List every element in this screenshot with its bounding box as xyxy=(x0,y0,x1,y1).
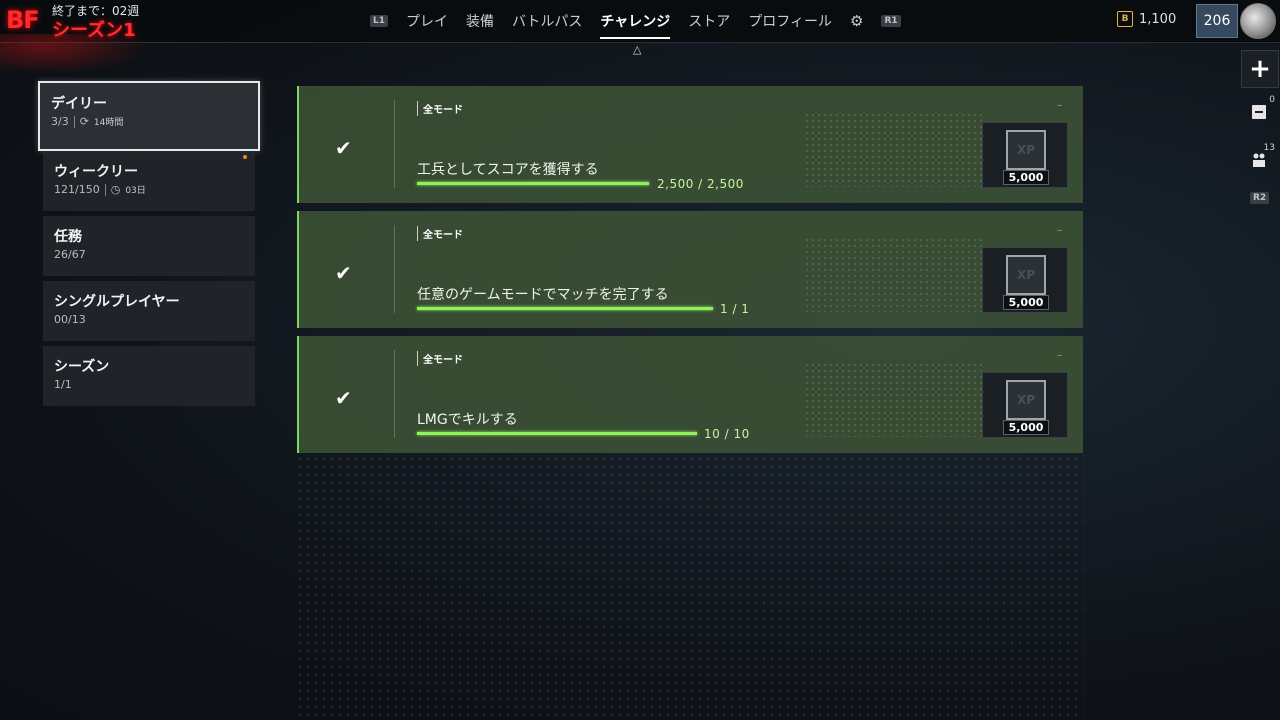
main-nav: L1 プレイ 装備 バトルパス チャレンジ ストア プロフィール ⚙ R1 xyxy=(370,0,901,42)
minus-card-icon xyxy=(1252,105,1266,119)
divider xyxy=(394,225,395,313)
challenge-title: LMGでキルする xyxy=(417,412,518,428)
tab-store[interactable]: ストア xyxy=(688,3,730,39)
category-progress: 3/3 xyxy=(51,115,69,128)
challenge-mode: 全モード xyxy=(417,101,463,116)
category-progress: 1/1 xyxy=(54,378,72,391)
divider xyxy=(73,115,75,128)
category-progress: 00/13 xyxy=(54,313,86,326)
dash-marker: – xyxy=(1057,350,1062,361)
xp-chip-icon: XP xyxy=(1006,255,1046,295)
tab-loadout[interactable]: 装備 xyxy=(466,3,494,39)
refresh-icon: ⟳ xyxy=(79,115,89,128)
r2-button[interactable]: R2 xyxy=(1250,192,1270,204)
game-logo: BF xyxy=(6,6,40,34)
divider xyxy=(394,350,395,438)
divider xyxy=(104,183,106,196)
category-title: 任務 xyxy=(54,229,82,245)
xp-reward: XP 5,000 xyxy=(982,372,1068,438)
party-count: 13 xyxy=(1263,143,1275,153)
reward-amount: 5,000 xyxy=(1003,420,1049,435)
challenge-title: 工兵としてスコアを獲得する xyxy=(417,162,599,178)
currency-display[interactable]: B 1,100 xyxy=(1117,11,1176,27)
checkmark-icon: ✔ xyxy=(335,261,352,285)
background-dot-grid xyxy=(296,455,1084,720)
category-progress-row: 26/67 xyxy=(54,248,86,261)
category-progress-row: 3/3 ⟳ 14時間 xyxy=(51,115,123,128)
category-title: シーズン xyxy=(54,359,110,375)
challenge-progress-bar xyxy=(417,432,697,435)
xp-reward: XP 5,000 xyxy=(982,247,1068,313)
r1-button[interactable]: R1 xyxy=(881,15,901,27)
category-timer: 14時間 xyxy=(93,118,124,128)
category-singleplayer[interactable]: シングルプレイヤー 00/13 xyxy=(43,281,255,341)
category-title: ウィークリー xyxy=(54,164,138,180)
dot-pattern xyxy=(804,237,984,312)
l1-button[interactable]: L1 xyxy=(370,15,388,27)
category-title: デイリー xyxy=(51,96,107,112)
category-missions[interactable]: 任務 26/67 xyxy=(43,216,255,276)
category-progress-row: 1/1 xyxy=(54,378,72,391)
category-season[interactable]: シーズン 1/1 xyxy=(43,346,255,406)
add-friend-button[interactable]: + xyxy=(1241,50,1279,88)
party-button[interactable]: 13 xyxy=(1241,142,1277,178)
currency-value: 1,100 xyxy=(1139,11,1177,27)
xp-chip-icon: XP xyxy=(1006,130,1046,170)
challenge-progress-bar xyxy=(417,307,713,310)
divider xyxy=(394,100,395,188)
party-icon xyxy=(1253,153,1265,167)
challenge-title: 任意のゲームモードでマッチを完了する xyxy=(417,287,669,303)
currency-icon: B xyxy=(1117,11,1133,27)
category-weekly[interactable]: ウィークリー 121/150 ◷ 03日 xyxy=(43,151,255,211)
category-progress-row: 121/150 ◷ 03日 xyxy=(54,183,146,196)
category-timer: 03日 xyxy=(125,186,146,196)
challenge-card[interactable]: ✔ 全モード – 工兵としてスコアを獲得する 2,500 / 2,500 XP … xyxy=(297,86,1083,203)
checkmark-icon: ✔ xyxy=(335,136,352,160)
friends-count: 0 xyxy=(1269,95,1275,105)
gear-icon[interactable]: ⚙ xyxy=(850,12,863,30)
category-progress: 26/67 xyxy=(54,248,86,261)
caret-up-icon: △ xyxy=(633,43,642,56)
friends-button[interactable]: 0 xyxy=(1241,94,1277,130)
dot-pattern xyxy=(804,112,984,187)
category-title: シングルプレイヤー xyxy=(54,294,180,310)
challenge-card[interactable]: ✔ 全モード – 任意のゲームモードでマッチを完了する 1 / 1 XP 5,0… xyxy=(297,211,1083,328)
category-daily[interactable]: デイリー 3/3 ⟳ 14時間 xyxy=(38,81,260,151)
tab-play[interactable]: プレイ xyxy=(406,3,448,39)
challenge-mode: 全モード xyxy=(417,226,463,241)
challenge-card[interactable]: ✔ 全モード – LMGでキルする 10 / 10 XP 5,000 xyxy=(297,336,1083,453)
clock-icon: ◷ xyxy=(110,183,121,196)
reward-amount: 5,000 xyxy=(1003,295,1049,310)
player-avatar[interactable] xyxy=(1240,3,1276,39)
dash-marker: – xyxy=(1057,225,1062,236)
tab-challenges[interactable]: チャレンジ xyxy=(600,3,670,39)
dash-marker: – xyxy=(1057,100,1062,111)
category-progress-row: 00/13 xyxy=(54,313,86,326)
challenge-progress-text: 1 / 1 xyxy=(720,302,750,316)
challenge-progress-bar xyxy=(417,182,649,185)
tab-battlepass[interactable]: バトルパス xyxy=(512,3,582,39)
xp-reward: XP 5,000 xyxy=(982,122,1068,188)
notification-dot xyxy=(243,155,247,159)
tab-profile[interactable]: プロフィール xyxy=(748,3,832,39)
top-bar: BF 終了まで：02週 シーズン1 L1 プレイ 装備 バトルパス チャレンジ … xyxy=(0,0,1280,43)
challenge-mode: 全モード xyxy=(417,351,463,366)
category-progress: 121/150 xyxy=(54,183,100,196)
xp-chip-icon: XP xyxy=(1006,380,1046,420)
red-glow-decoration xyxy=(0,34,150,74)
reward-amount: 5,000 xyxy=(1003,170,1049,185)
challenge-progress-text: 2,500 / 2,500 xyxy=(657,177,744,191)
checkmark-icon: ✔ xyxy=(335,386,352,410)
player-level-badge[interactable]: 206 xyxy=(1196,4,1238,38)
social-rail: + 0 13 R2 xyxy=(1238,44,1280,264)
dot-pattern xyxy=(804,362,984,437)
challenge-progress-text: 10 / 10 xyxy=(704,427,750,441)
